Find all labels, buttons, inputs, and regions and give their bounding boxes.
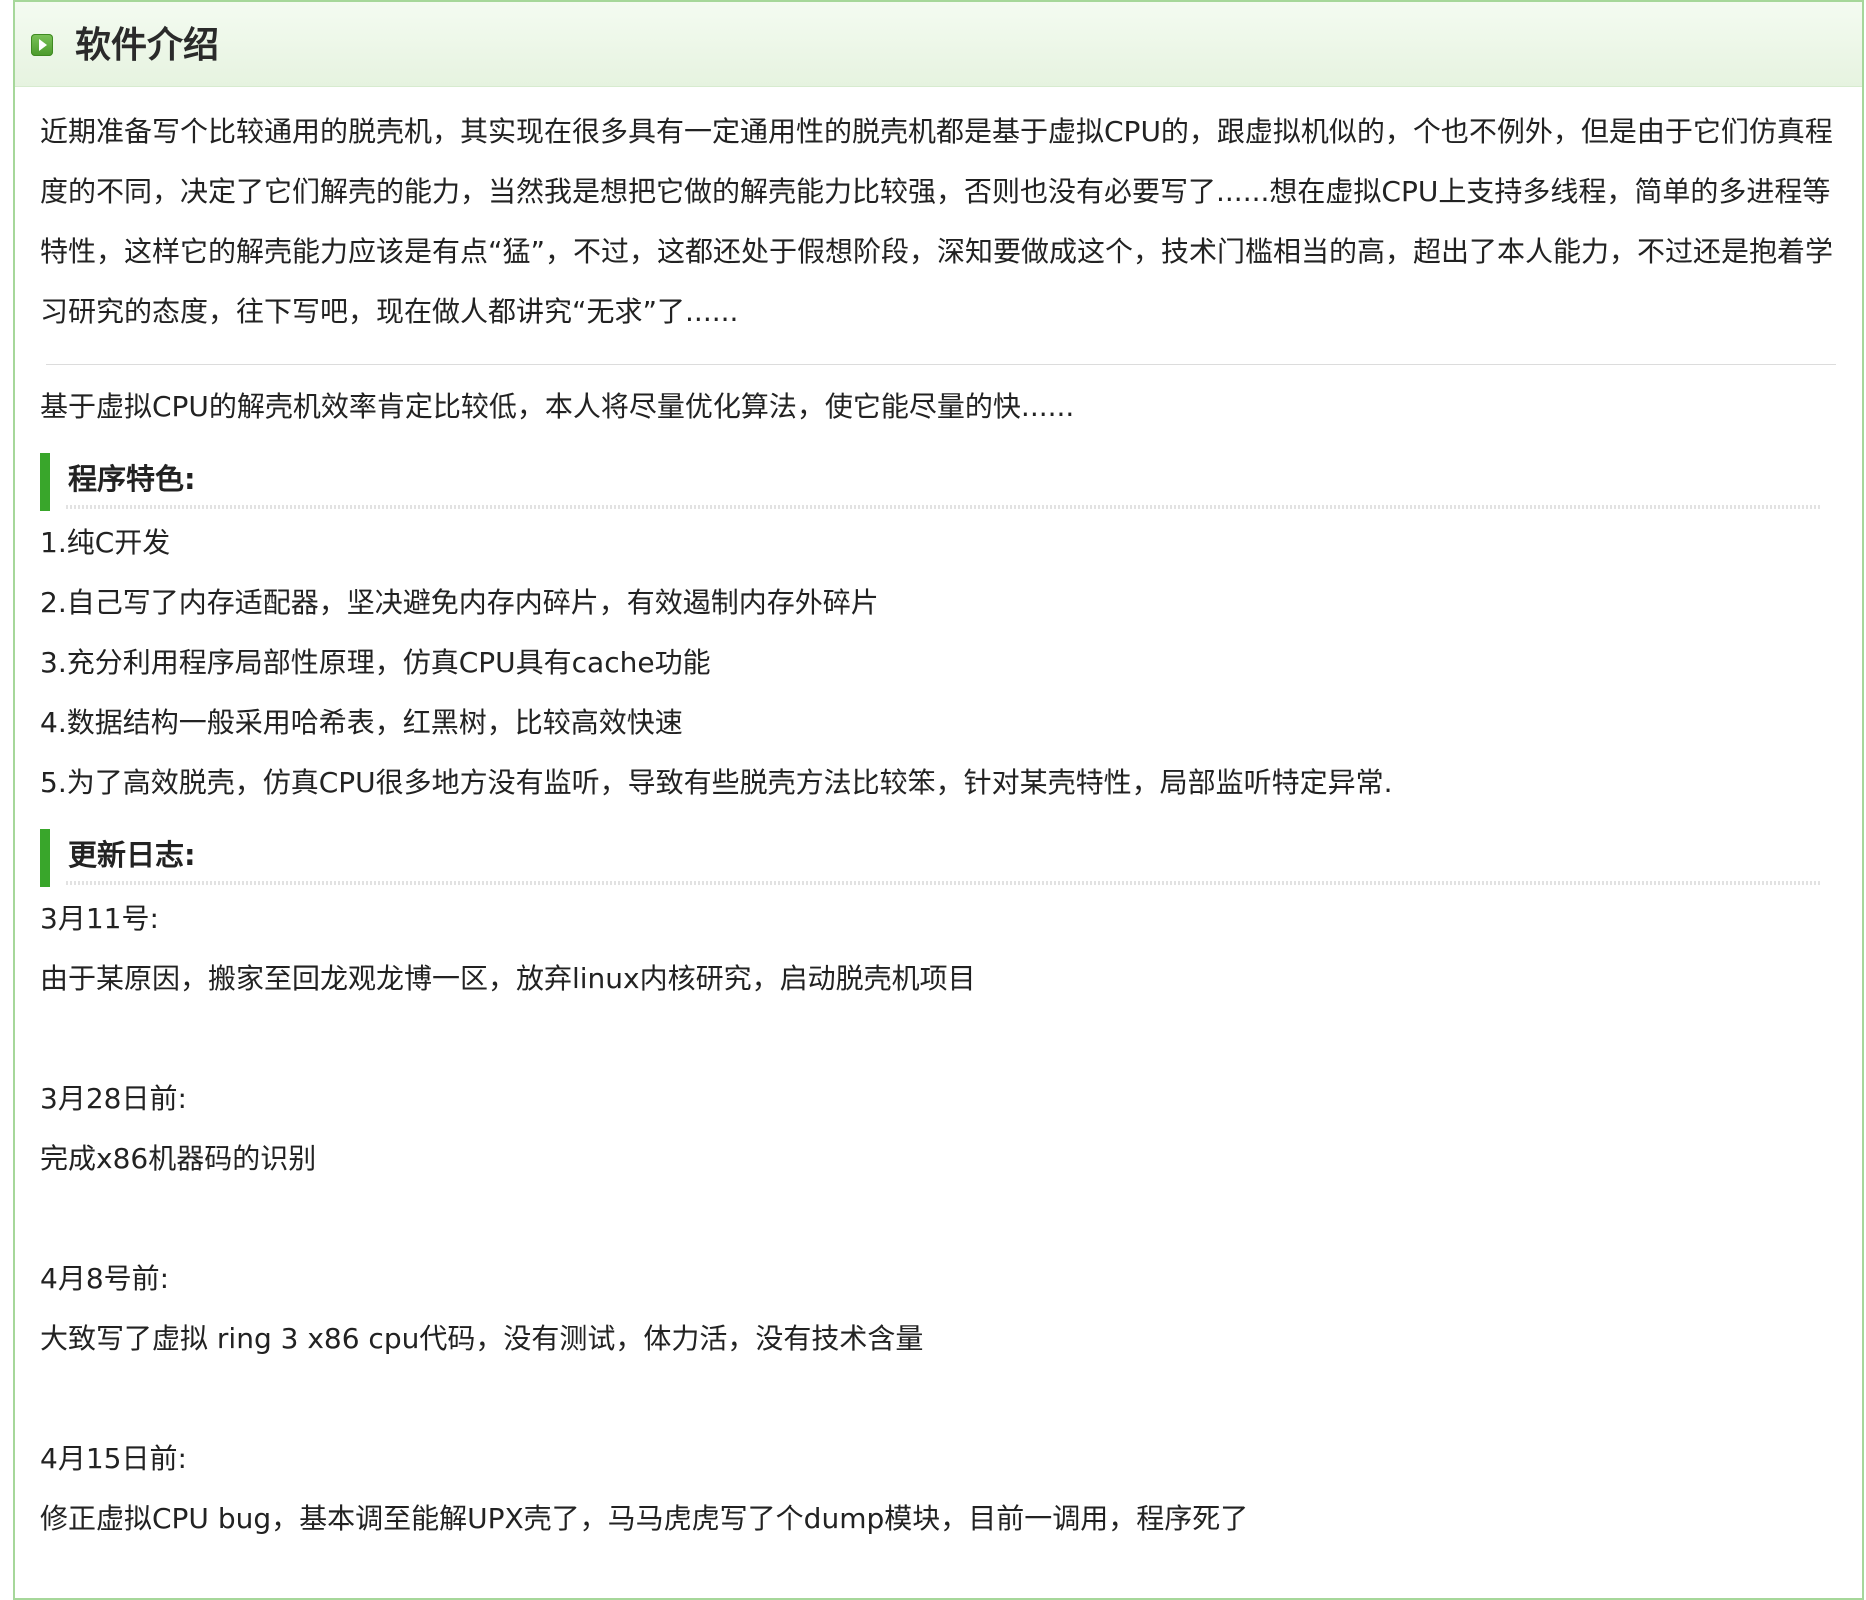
divider — [46, 364, 1836, 365]
changelog-text: 修正虚拟CPU bug，基本调至能解UPX壳了，马马虎虎写了个dump模块，目前… — [40, 1502, 1249, 1535]
panel-header: 软件介绍 — [15, 2, 1862, 87]
intro-section: 近期准备写个比较通用的脱壳机，其实现在很多具有一定通用性的脱壳机都是基于虚拟CP… — [40, 102, 1848, 342]
changelog-text: 完成x86机器码的识别 — [40, 1142, 317, 1175]
software-intro-panel: 软件介绍 近期准备写个比较通用的脱壳机，其实现在很多具有一定通用性的脱壳机都是基… — [13, 0, 1864, 1600]
panel-title: 软件介绍 — [75, 25, 220, 66]
play-square-icon — [31, 34, 53, 56]
feature-item: 3.充分利用程序局部性原理，仿真CPU具有cache功能 — [40, 646, 711, 679]
changelog-date: 3月28日前: — [40, 1082, 187, 1115]
features-heading: 程序特色: — [40, 453, 1848, 513]
changelog-heading: 更新日志: — [40, 829, 1848, 889]
panel-content: 近期准备写个比较通用的脱壳机，其实现在很多具有一定通用性的脱壳机都是基于虚拟CP… — [40, 102, 1848, 1549]
section-underline — [66, 505, 1822, 509]
changelog-date: 4月15日前: — [40, 1442, 187, 1475]
feature-item: 5.为了高效脱壳，仿真CPU很多地方没有监听，导致有些脱壳方法比较笨，针对某壳特… — [40, 766, 1393, 799]
section-accent-bar — [40, 829, 50, 887]
changelog-title: 更新日志: — [68, 838, 196, 872]
changelog-date: 4月8号前: — [40, 1262, 170, 1295]
changelog-date: 3月11号: — [40, 902, 159, 935]
section-accent-bar — [40, 453, 50, 511]
efficiency-note: 基于虚拟CPU的解壳机效率肯定比较低，本人将尽量优化算法，使它能尽量的快....… — [40, 390, 1075, 423]
section-underline — [66, 881, 1822, 885]
features-title: 程序特色: — [68, 462, 196, 496]
intro-paragraph: 近期准备写个比较通用的脱壳机，其实现在很多具有一定通用性的脱壳机都是基于虚拟CP… — [40, 115, 1834, 328]
changelog-text: 由于某原因，搬家至回龙观龙博一区，放弃linux内核研究，启动脱壳机项目 — [40, 962, 976, 995]
changelog-text: 大致写了虚拟 ring 3 x86 cpu代码，没有测试，体力活，没有技术含量 — [40, 1322, 924, 1355]
feature-item: 2.自己写了内存适配器，坚决避免内存内碎片，有效遏制内存外碎片 — [40, 586, 879, 619]
feature-item: 1.纯C开发 — [40, 526, 171, 559]
feature-item: 4.数据结构一般采用哈希表，红黑树，比较高效快速 — [40, 706, 683, 739]
